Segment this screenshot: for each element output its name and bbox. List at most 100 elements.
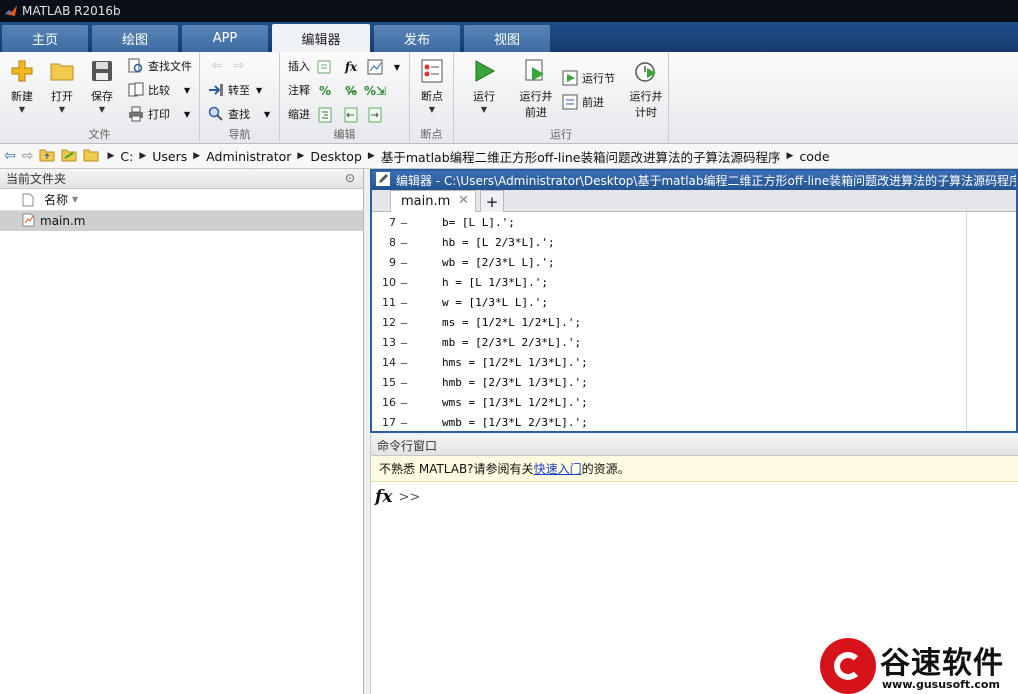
path-crumb-project[interactable]: 基于matlab编程二维正方形off-line装箱问题改进算法的子算法源码程序 xyxy=(381,147,781,166)
ribbon-section-breakpoints: 断点 ▼ 断点 xyxy=(410,52,454,144)
path-separator-icon: ▶ xyxy=(297,151,305,161)
tab-apps[interactable]: APP xyxy=(182,25,268,52)
code-line[interactable]: 12– ms = [1/2*L 1/2*L].'; xyxy=(372,312,1016,332)
find-files-button[interactable]: 查找文件 xyxy=(128,56,192,76)
section-label-run: 运行 xyxy=(550,128,572,141)
code-line[interactable]: 17– wmb = [1/3*L 2/3*L].'; xyxy=(372,412,1016,431)
new-tab-plus-icon[interactable]: + xyxy=(480,190,504,212)
breakpoint-dash-icon[interactable]: – xyxy=(396,236,412,249)
path-separator-icon: ▶ xyxy=(139,151,147,161)
forward-icon[interactable]: ⇨ xyxy=(22,148,34,164)
breakpoint-dash-icon[interactable]: – xyxy=(396,376,412,389)
breakpoint-dash-icon[interactable]: – xyxy=(396,296,412,309)
run-and-time-button[interactable]: 运行并 计时 xyxy=(624,58,668,124)
code-line[interactable]: 16– wms = [1/3*L 1/2*L].'; xyxy=(372,392,1016,412)
line-number: 12 xyxy=(382,315,396,329)
breakpoint-dash-icon[interactable]: – xyxy=(396,356,412,369)
code-line[interactable]: 7– b= [L L].'; xyxy=(372,212,1016,232)
file-row[interactable]: main.m xyxy=(0,211,363,231)
breakpoints-button[interactable]: 断点 ▼ xyxy=(412,58,452,124)
code-line[interactable]: 14– hms = [1/2*L 1/3*L].'; xyxy=(372,352,1016,372)
path-separator-icon: ▶ xyxy=(107,151,115,161)
advance-button[interactable]: 前进 xyxy=(562,92,604,112)
section-label-navigate: 导航 xyxy=(228,128,251,141)
path-separator-icon: ▶ xyxy=(193,151,201,161)
goto-arrow-icon xyxy=(208,82,224,98)
code-line[interactable]: 9– wb = [2/3*L L].'; xyxy=(372,252,1016,272)
open-button[interactable]: 打开 ▼ xyxy=(42,58,82,124)
compare-button[interactable]: 比较 ▼ xyxy=(128,80,190,100)
close-tab-icon[interactable]: ✕ xyxy=(458,193,469,208)
tab-publish[interactable]: 发布 xyxy=(374,25,460,52)
breakpoint-dash-icon[interactable]: – xyxy=(396,256,412,269)
code-line[interactable]: 11– w = [1/3*L L].'; xyxy=(372,292,1016,312)
ribbon-section-edit: 插入 注释 缩进 fx ▼ % %̶ %⇲ 编辑 xyxy=(280,52,410,144)
path-crumb-users[interactable]: Users xyxy=(152,149,187,164)
browse-folder-icon[interactable] xyxy=(61,148,77,165)
toolstrip-tabs: 主页 绘图 APP 编辑器 发布 视图 xyxy=(0,22,1018,52)
forward-arrow-icon[interactable]: ⇨ xyxy=(230,56,248,74)
run-section-button[interactable]: 运行节 xyxy=(562,68,615,88)
function-browser-icon[interactable]: fx xyxy=(375,487,392,507)
code-area[interactable]: 7– b= [L L].'; 8– hb = [L 2/3*L].'; 9– wb = [… xyxy=(372,212,1016,431)
find-button[interactable]: 查找 ▼ xyxy=(208,104,270,124)
save-button[interactable]: 保存 ▼ xyxy=(82,58,122,124)
back-icon[interactable]: ⇦ xyxy=(4,148,16,164)
comment-percent-icon[interactable]: % xyxy=(316,82,334,100)
tab-editor[interactable]: 编辑器 xyxy=(272,24,370,52)
insert-section-icon[interactable] xyxy=(316,58,334,76)
uncomment-percent-icon[interactable]: %̶ xyxy=(342,82,360,100)
line-number: 14 xyxy=(382,355,396,369)
goto-button[interactable]: 转至 ▼ xyxy=(208,80,262,100)
run-button[interactable]: 运行 ▼ xyxy=(464,58,504,124)
window-titlebar: MATLAB R2016b xyxy=(0,0,1018,22)
up-folder-icon[interactable] xyxy=(39,148,55,165)
insert-chart-icon[interactable] xyxy=(366,58,384,76)
folder-icon xyxy=(83,148,99,165)
editor-window: 编辑器 - C:\Users\Administrator\Desktop\基于m… xyxy=(370,169,1018,433)
breakpoint-dash-icon[interactable]: – xyxy=(396,336,412,349)
code-line[interactable]: 8– hb = [L 2/3*L].'; xyxy=(372,232,1016,252)
insert-dropdown-icon[interactable]: ▼ xyxy=(388,58,406,76)
tab-home[interactable]: 主页 xyxy=(2,25,88,52)
decrease-indent-icon[interactable] xyxy=(342,106,360,124)
line-number: 9 xyxy=(389,255,396,269)
line-number: 15 xyxy=(382,375,396,389)
smart-indent-icon[interactable] xyxy=(316,106,334,124)
path-crumb-administrator[interactable]: Administrator xyxy=(206,149,291,164)
breakpoint-dash-icon[interactable]: – xyxy=(396,276,412,289)
address-bar: ⇦ ⇨ ▶ C: ▶ Users ▶ Administrator ▶ Deskt… xyxy=(0,144,1018,169)
tab-plots[interactable]: 绘图 xyxy=(92,25,178,52)
advance-icon xyxy=(562,94,578,110)
breakpoint-dash-icon[interactable]: – xyxy=(396,316,412,329)
increase-indent-icon[interactable] xyxy=(366,106,384,124)
command-prompt[interactable]: fx >> xyxy=(375,487,420,507)
getting-started-link[interactable]: 快速入门 xyxy=(534,460,582,477)
code-line[interactable]: 15– hmb = [2/3*L 1/3*L].'; xyxy=(372,372,1016,392)
run-and-advance-button[interactable]: 运行并 前进 xyxy=(514,58,558,124)
path-crumb-code[interactable]: code xyxy=(799,149,829,164)
sort-caret-icon: ▼ xyxy=(72,195,79,204)
code-line[interactable]: 10– h = [L 1/3*L].'; xyxy=(372,272,1016,292)
path-crumb-drive[interactable]: C: xyxy=(120,149,133,164)
pane-menu-icon[interactable]: ⊙ xyxy=(345,171,355,185)
section-label-file: 文件 xyxy=(88,128,111,141)
insert-function-icon[interactable]: fx xyxy=(342,58,360,76)
path-crumb-desktop[interactable]: Desktop xyxy=(310,149,362,164)
tab-view[interactable]: 视图 xyxy=(464,25,550,52)
breakpoint-dash-icon[interactable]: – xyxy=(396,396,412,409)
back-arrow-icon[interactable]: ⇦ xyxy=(208,56,226,74)
code-text: mb = [2/3*L 2/3*L].'; xyxy=(442,335,582,349)
line-number: 7 xyxy=(389,215,396,229)
code-text: hmb = [2/3*L 1/3*L].'; xyxy=(442,375,588,389)
code-line[interactable]: 13– mb = [2/3*L 2/3*L].'; xyxy=(372,332,1016,352)
breakpoint-dash-icon[interactable]: – xyxy=(396,416,412,429)
breakpoint-dash-icon[interactable]: – xyxy=(396,216,412,229)
column-header-name[interactable]: 名称 ▼ xyxy=(0,189,363,211)
compare-icon xyxy=(128,82,144,98)
wrap-comment-icon[interactable]: %⇲ xyxy=(364,82,386,100)
code-text: w = [1/3*L L].'; xyxy=(442,295,548,309)
editor-tab-main[interactable]: main.m ✕ xyxy=(390,190,476,212)
print-button[interactable]: 打印 ▼ xyxy=(128,104,190,124)
new-button[interactable]: 新建 ▼ xyxy=(2,58,42,124)
